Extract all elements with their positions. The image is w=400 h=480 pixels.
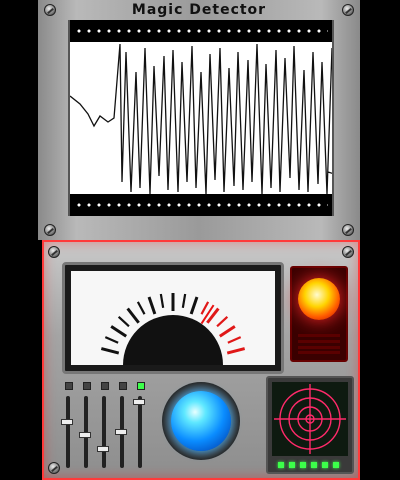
meter-face — [71, 271, 275, 365]
warning-lamp-icon — [298, 278, 340, 320]
magic-waveform — [70, 43, 332, 194]
meter-tick — [104, 336, 119, 344]
rivet-icon — [44, 224, 56, 236]
detector-control-panel — [42, 240, 360, 480]
sprocket-holes — [74, 203, 328, 207]
radar-display-housing — [266, 376, 354, 474]
status-led — [322, 462, 328, 468]
slider-track[interactable] — [115, 396, 127, 468]
meter-tick — [226, 347, 246, 355]
meter-gauge — [100, 293, 246, 365]
analog-meter — [62, 262, 284, 374]
left-border — [0, 240, 42, 480]
slider-track[interactable] — [97, 396, 109, 468]
tape-strip-top — [70, 20, 332, 42]
sprocket-holes — [74, 29, 328, 33]
slider-knob[interactable] — [79, 432, 91, 439]
chart-recorder-paper — [68, 20, 334, 216]
slider-track[interactable] — [133, 396, 145, 468]
lamp-grille — [298, 334, 340, 354]
meter-tick — [110, 325, 128, 338]
meter-tick — [159, 293, 165, 308]
status-led — [300, 462, 306, 468]
meter-tick — [181, 293, 187, 308]
slider-led — [65, 382, 73, 390]
slider-knob[interactable] — [97, 445, 109, 452]
slider-track[interactable] — [61, 396, 73, 468]
radar-screen — [272, 382, 348, 456]
right-border — [360, 240, 400, 480]
detector-top-panel: Magic Detector — [38, 0, 360, 240]
status-led — [311, 462, 317, 468]
slider-led — [137, 382, 145, 390]
meter-tick — [200, 301, 210, 315]
rivet-icon — [342, 224, 354, 236]
status-led — [333, 462, 339, 468]
meter-tick — [126, 307, 140, 324]
slider-bank — [54, 378, 154, 474]
rivet-icon — [342, 246, 354, 258]
slider-led — [83, 382, 91, 390]
status-led — [289, 462, 295, 468]
slider-led — [119, 382, 127, 390]
meter-tick — [117, 315, 130, 328]
left-border — [0, 0, 38, 240]
detect-button-ring[interactable] — [162, 382, 240, 460]
meter-tick — [136, 301, 146, 315]
slider-knob[interactable] — [133, 399, 145, 406]
slider-knob[interactable] — [61, 419, 73, 426]
meter-tick — [227, 336, 242, 344]
right-border — [362, 0, 400, 240]
meter-tick — [218, 325, 236, 338]
rivet-icon — [48, 246, 60, 258]
meter-tick — [147, 296, 157, 315]
detect-button-icon[interactable] — [171, 391, 231, 451]
meter-tick — [189, 296, 199, 315]
radar-icon — [274, 384, 346, 454]
warning-lamp-housing — [290, 266, 348, 362]
tape-strip-bottom — [70, 194, 332, 216]
meter-tick — [216, 315, 229, 328]
app-title: Magic Detector — [131, 2, 267, 18]
slider-track[interactable] — [79, 396, 91, 468]
meter-tick — [100, 347, 120, 355]
status-led — [278, 462, 284, 468]
slider-knob[interactable] — [115, 429, 127, 435]
slider-led — [101, 382, 109, 390]
